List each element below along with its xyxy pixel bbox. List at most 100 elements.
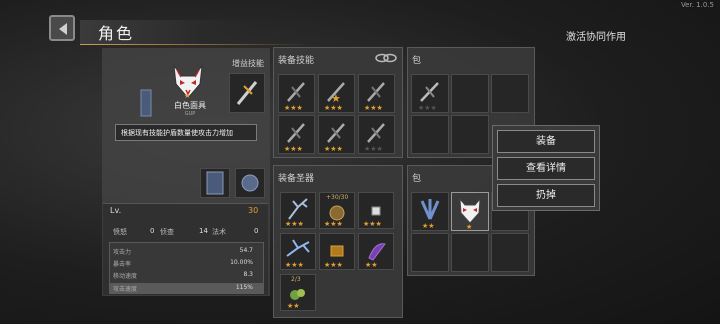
- stat-value: 54.7: [239, 247, 253, 254]
- svg-text:★★: ★★: [365, 261, 378, 269]
- relic-slot[interactable]: ★★★: [358, 192, 394, 229]
- view-details-button[interactable]: 查看详情: [497, 157, 595, 180]
- skill-slot[interactable]: ★★★: [358, 115, 395, 154]
- activate-synergy-button[interactable]: 激活协同作用: [566, 28, 626, 43]
- dice-icon: ★★★: [363, 206, 382, 228]
- equip-button[interactable]: 装备: [497, 130, 595, 153]
- bag-slot[interactable]: [411, 115, 449, 154]
- item-name: 白色面具: [174, 101, 206, 110]
- mask-slot[interactable]: [235, 168, 265, 198]
- skill-slot[interactable]: ★★★: [318, 115, 355, 154]
- stat-label: 愤怒: [113, 228, 127, 236]
- svg-text:★★★: ★★★: [324, 220, 343, 228]
- stat-value: 8.3: [243, 271, 253, 278]
- relic-slot[interactable]: +30/30 ★★★: [319, 192, 355, 229]
- stat-label: 攻击速度: [113, 286, 138, 293]
- svg-text:★★★: ★★★: [364, 104, 383, 112]
- bag-label: 包: [412, 174, 422, 184]
- bag-slot[interactable]: [451, 115, 489, 154]
- stat-label: 侦查: [160, 228, 174, 236]
- crossbow-icon: ★★★: [284, 123, 305, 153]
- bag-slot[interactable]: [411, 233, 449, 272]
- discard-button[interactable]: 扔掉: [497, 184, 595, 207]
- stat-value: 0: [150, 227, 155, 235]
- relics-label: 装备圣器: [278, 174, 315, 184]
- bag-slot-selected[interactable]: ★: [451, 192, 489, 231]
- crossbow-icon: ★★★: [364, 82, 385, 112]
- skill-slot[interactable]: ★★★: [358, 74, 395, 113]
- relic-count: 2/3: [291, 276, 301, 283]
- skill-slot[interactable]: ★ ★★★: [318, 74, 355, 113]
- svg-text:★★★: ★★★: [285, 220, 304, 228]
- scroll-slot[interactable]: [200, 168, 230, 198]
- purple-horn-icon: ★★: [365, 243, 386, 269]
- feather-icon: ★★: [420, 199, 440, 230]
- relic-slot[interactable]: 2/3 ★★: [280, 274, 316, 311]
- relic-slot[interactable]: ★★: [358, 233, 394, 270]
- stat-row: 攻击速度 115%: [113, 284, 253, 293]
- svg-text:★★★: ★★★: [364, 145, 383, 153]
- svg-text:★★: ★★: [422, 222, 435, 230]
- title-underline: [80, 44, 310, 45]
- scroll-icon: [206, 171, 224, 195]
- svg-text:★★★: ★★★: [418, 104, 437, 112]
- crossbow-icon: ★★★: [324, 123, 345, 153]
- ice-antler-icon: ★★★: [285, 239, 310, 269]
- bag-slot[interactable]: [491, 233, 529, 272]
- svg-text:★★★: ★★★: [284, 104, 303, 112]
- relic-slot[interactable]: ★★★: [280, 192, 316, 229]
- bag-slot[interactable]: [451, 233, 489, 272]
- bag-slot[interactable]: ★★: [411, 192, 449, 231]
- item-subtitle: GUP: [184, 111, 196, 117]
- crossbow-icon: ★★★: [284, 82, 305, 112]
- skill-slot[interactable]: ★★★: [278, 115, 315, 154]
- crossbow-icon: ★★★: [418, 82, 439, 112]
- mask-small-icon: [241, 174, 259, 192]
- stat-value: 14: [199, 227, 208, 235]
- fox-mask-icon: ★: [459, 197, 481, 231]
- svg-text:★★★: ★★★: [363, 220, 382, 228]
- stat-value: 0: [254, 227, 259, 235]
- stat-value: 10.00%: [230, 259, 253, 266]
- stat-value: 115%: [235, 284, 253, 291]
- svg-text:★★★: ★★★: [324, 145, 343, 153]
- crossbow-icon: ★★★: [364, 123, 385, 153]
- gem-slot[interactable]: [229, 73, 265, 113]
- stat-label: 移动速度: [113, 273, 138, 280]
- svg-text:★★★: ★★★: [285, 261, 304, 269]
- bag-slot[interactable]: [491, 74, 529, 113]
- bag-slot[interactable]: ★★★: [411, 74, 449, 113]
- svg-text:★: ★: [466, 223, 472, 230]
- back-arrow-icon: [59, 23, 67, 35]
- version-label: Ver. 1.0.5: [680, 1, 714, 9]
- crossbow-gold-icon: ★ ★★★: [324, 82, 345, 112]
- stat-row: 攻击力 54.7: [113, 247, 253, 256]
- svg-text:★★★: ★★★: [324, 261, 343, 269]
- svg-text:★★: ★★: [287, 302, 300, 310]
- antler-icon: ★★★: [285, 198, 308, 228]
- level-label: Lv.: [110, 206, 122, 215]
- relic-count: +30/30: [326, 194, 349, 201]
- stat-label: 攻击力: [113, 249, 132, 256]
- item-tooltip: 根据现有技能护盾数量使攻击力增加: [115, 124, 257, 141]
- crossbow-gold-icon: [236, 81, 258, 105]
- svg-text:★★★: ★★★: [284, 145, 303, 153]
- stat-row: 暴击率 10.00%: [113, 259, 253, 268]
- bag-label: 包: [412, 56, 422, 66]
- back-button[interactable]: [49, 15, 75, 41]
- stat-label: 暴击率: [113, 261, 132, 268]
- skill-slot[interactable]: ★★★: [278, 74, 315, 113]
- chest-icon: ★★★: [324, 245, 344, 269]
- link-icon[interactable]: [374, 52, 398, 64]
- gems-label: 增益技能: [232, 59, 264, 68]
- svg-text:★★★: ★★★: [324, 104, 343, 112]
- relic-slot[interactable]: ★★★: [280, 233, 316, 270]
- stat-label: 法术: [212, 228, 226, 236]
- stat-row: 移动速度 8.3: [113, 271, 253, 280]
- level-value: 30: [248, 206, 259, 215]
- bag-slot[interactable]: [451, 74, 489, 113]
- skills-label: 装备技能: [278, 56, 315, 66]
- page-title: 角色: [98, 24, 135, 43]
- mask-star: ★: [184, 92, 191, 100]
- relic-slot[interactable]: ★★★: [319, 233, 355, 270]
